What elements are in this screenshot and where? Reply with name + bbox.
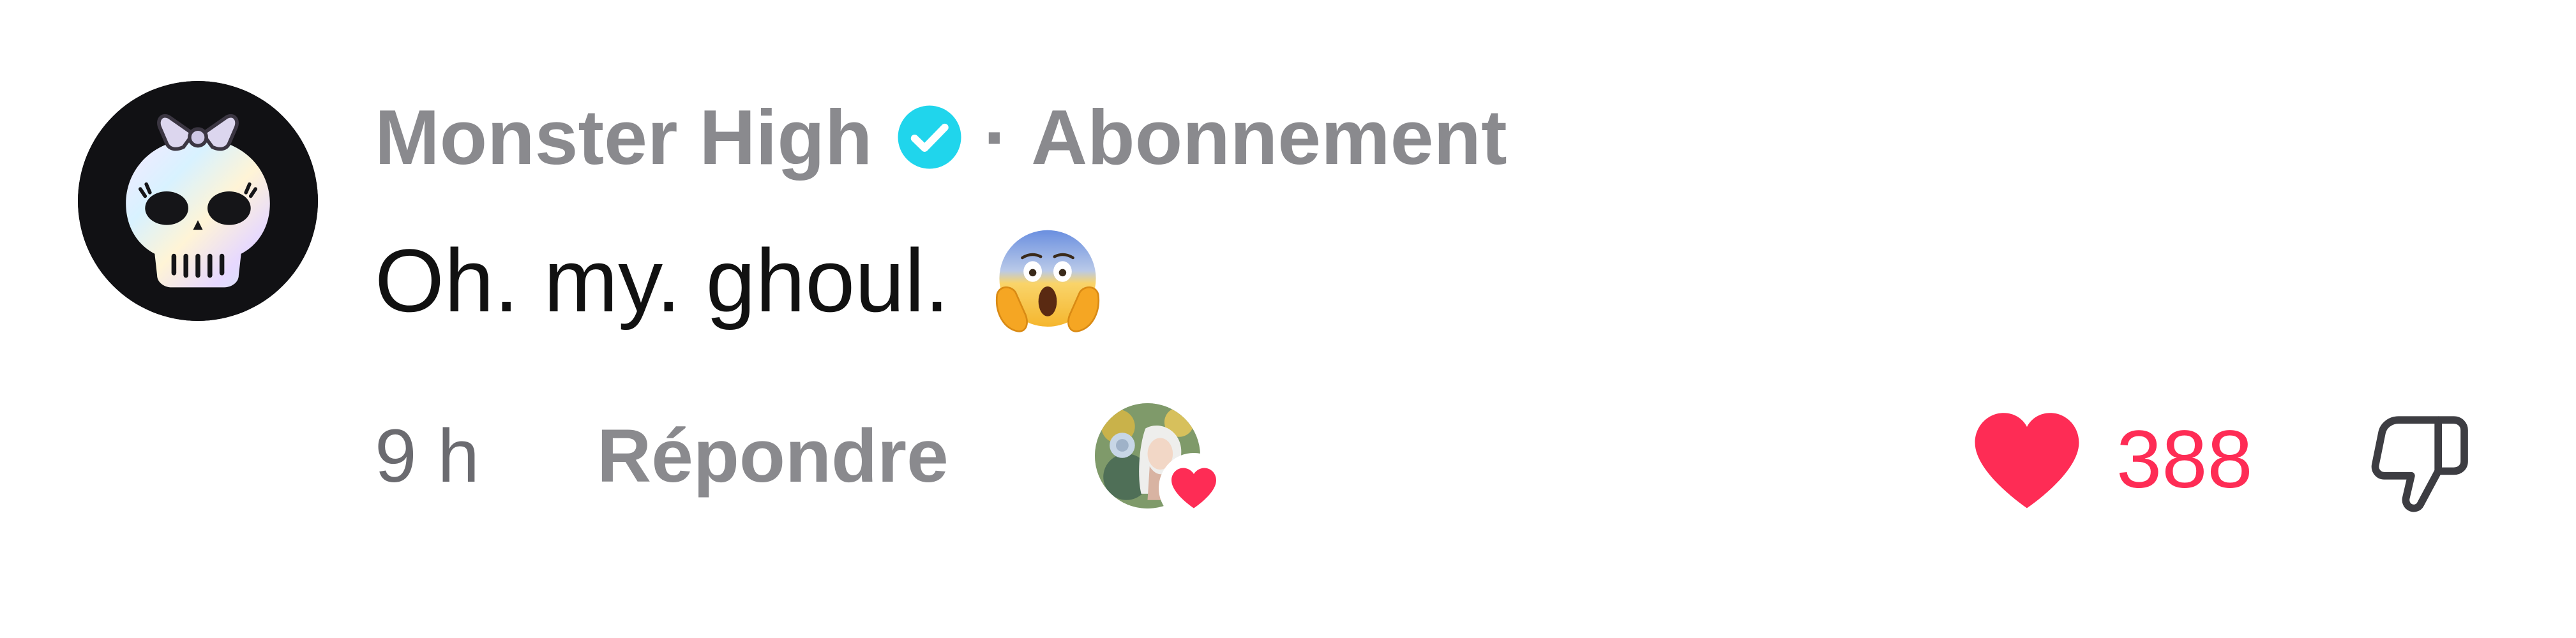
heart-icon[interactable] <box>1970 408 2084 510</box>
like-count: 388 <box>2116 413 2253 505</box>
comment-text: Oh. my. ghoul. <box>375 230 950 330</box>
reply-button[interactable]: Répondre <box>597 415 949 498</box>
face-screaming-in-fear-emoji <box>990 223 1105 338</box>
author-avatar[interactable] <box>78 81 318 321</box>
author-name[interactable]: Monster High <box>375 93 872 182</box>
comment-header: Monster High · Abonnement <box>375 93 1507 182</box>
comment-text-row: Oh. my. ghoul. <box>375 230 1105 332</box>
creator-heart-icon <box>1159 453 1229 523</box>
comment-timestamp: 9 h <box>375 414 480 498</box>
comment-item: Monster High · Abonnement Oh. my. ghoul. <box>0 0 2576 638</box>
follow-status[interactable]: Abonnement <box>1031 93 1507 182</box>
monster-high-skull-logo <box>78 81 318 321</box>
verified-badge-icon <box>895 103 964 172</box>
header-separator: · <box>983 94 1010 181</box>
creator-liked-indicator <box>1095 403 1229 523</box>
like-button[interactable]: 388 <box>1970 408 2253 510</box>
thumbs-down-icon[interactable] <box>2362 408 2477 520</box>
